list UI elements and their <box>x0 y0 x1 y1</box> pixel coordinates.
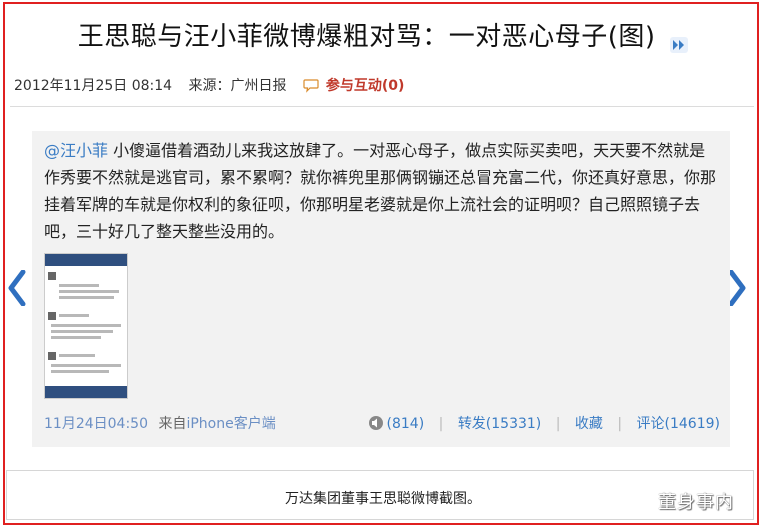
publish-date: 2012年11月25日 08:14 <box>14 78 173 94</box>
watermark: 董身事内 <box>658 492 734 513</box>
action-separator: | <box>617 416 623 432</box>
attached-phone-screenshot[interactable] <box>44 253 128 399</box>
weibo-post-footer: 11月24日04:50 来自iPhone客户端 (814) | 转发(15331… <box>44 413 720 433</box>
mention-link[interactable]: @汪小菲 <box>44 141 108 160</box>
post-via: 来自iPhone客户端 <box>158 416 275 432</box>
via-client-link[interactable]: iPhone客户端 <box>186 416 275 432</box>
image-caption: 万达集团董事王思聪微博截图。 <box>285 491 481 507</box>
comment-bubble-icon <box>303 79 319 97</box>
join-discussion-label: 参与互动(0) <box>325 78 405 94</box>
speaker-icon <box>367 415 385 435</box>
chevron-left-icon <box>8 269 26 307</box>
article-title-text: 王思聪与汪小菲微博爆粗对骂：一对恶心母子(图) <box>77 22 656 52</box>
article-title: 王思聪与汪小菲微博爆粗对骂：一对恶心母子(图) <box>0 16 766 53</box>
article-meta: 2012年11月25日 08:14 来源：广州日报 参与互动(0) <box>14 75 404 97</box>
join-discussion-link[interactable]: 参与互动(0) <box>303 78 404 94</box>
article-source: 来源：广州日报 <box>188 78 287 94</box>
action-separator: | <box>438 416 444 432</box>
action-separator: | <box>555 416 561 432</box>
double-arrow-icon[interactable] <box>670 30 689 53</box>
previous-image-button[interactable] <box>8 269 26 307</box>
listen-button[interactable]: (814) <box>367 416 429 432</box>
weibo-post-text: @汪小菲 小傻逼借着酒劲儿来我这放肆了。一对恶心母子，做点实际买卖吧，天天要不然… <box>44 137 720 245</box>
meta-divider <box>10 106 754 107</box>
comment-button[interactable]: 评论(14619) <box>637 416 720 432</box>
listen-count: (814) <box>386 416 425 432</box>
weibo-screenshot-panel: @汪小菲 小傻逼借着酒劲儿来我这放肆了。一对恶心母子，做点实际买卖吧，天天要不然… <box>32 131 730 447</box>
next-image-button[interactable] <box>728 269 746 307</box>
chevron-right-icon <box>728 269 746 307</box>
favorite-button[interactable]: 收藏 <box>575 416 603 432</box>
via-prefix: 来自 <box>158 416 187 432</box>
post-time[interactable]: 11月24日04:50 <box>44 416 148 432</box>
weibo-post-body: 小傻逼借着酒劲儿来我这放肆了。一对恶心母子，做点实际买卖吧，天天要不然就是作秀要… <box>44 141 717 241</box>
post-actions: (814) | 转发(15331) | 收藏 | 评论(14619) <box>367 413 720 435</box>
repost-button[interactable]: 转发(15331) <box>458 416 541 432</box>
